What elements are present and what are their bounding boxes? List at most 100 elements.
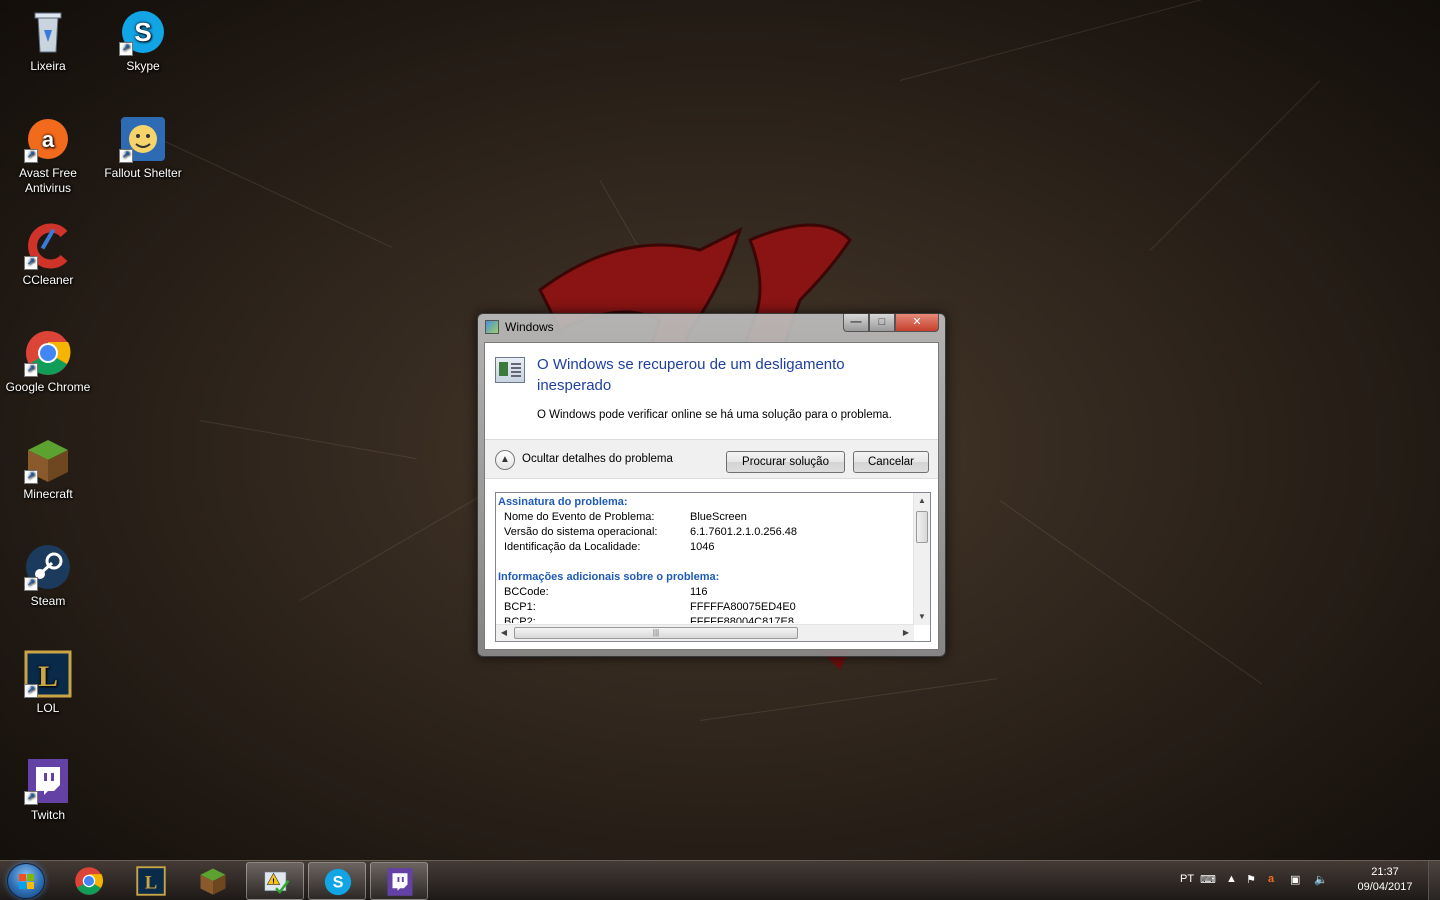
show-hidden-icons-icon[interactable]: ▲: [1226, 873, 1237, 885]
twitch-icon: ↗: [24, 757, 72, 805]
detail-key: BCP2:: [504, 616, 536, 623]
detail-key: Nome do Evento de Problema:: [504, 511, 655, 523]
horizontal-scrollbar[interactable]: ◀ ||| ▶: [496, 624, 914, 641]
detail-row: Versão do sistema operacional: 6.1.7601.…: [498, 525, 912, 540]
windows-error-icon: [485, 320, 499, 334]
collapse-details-icon[interactable]: ▲: [495, 450, 515, 470]
avast-icon: a ↗: [24, 115, 72, 163]
maximize-button[interactable]: □: [869, 314, 895, 332]
skype-icon: S: [324, 868, 352, 896]
minecraft-icon: ↗: [24, 436, 72, 484]
scroll-right-icon[interactable]: ▶: [898, 625, 914, 641]
desktop-icon-label: Avast Free Antivirus: [19, 166, 77, 195]
detail-row: BCP1: FFFFFA80075ED4E0: [498, 600, 912, 615]
volume-icon[interactable]: 🔈: [1314, 873, 1328, 886]
svg-text:L: L: [38, 660, 58, 693]
detail-row: BCP2: FFFFF88004C817E8: [498, 615, 912, 623]
additional-info-section-title: Informações adicionais sobre o problema:: [498, 571, 720, 583]
minimize-button[interactable]: —: [843, 314, 869, 332]
desktop-icon-label: Minecraft: [23, 487, 73, 501]
avast-tray-icon[interactable]: a: [1268, 873, 1274, 885]
desktop-icon-avast[interactable]: a ↗ Avast Free Antivirus: [3, 115, 93, 196]
detail-value: 1046: [690, 541, 715, 553]
ccleaner-icon: ↗: [24, 222, 72, 270]
problem-report-icon: [495, 357, 525, 383]
horizontal-scroll-thumb[interactable]: |||: [514, 627, 798, 639]
hide-details-link[interactable]: Ocultar detalhes do problema: [522, 453, 673, 465]
detail-key: BCCode:: [504, 586, 549, 598]
detail-value: BlueScreen: [690, 511, 747, 523]
detail-value: 6.1.7601.2.1.0.256.48: [690, 526, 798, 538]
desktop-icon-steam[interactable]: ↗ Steam: [3, 543, 93, 609]
show-desktop-button[interactable]: [1428, 861, 1440, 900]
system-tray: PT ⌨ ▲ ⚑ a ▣ 🔈 21:37 09/04/2017: [1170, 861, 1440, 900]
shortcut-arrow-icon: ↗: [24, 577, 38, 591]
fallout-shelter-icon: ↗: [119, 115, 167, 163]
desktop-icon-minecraft[interactable]: ↗ Minecraft: [3, 436, 93, 502]
network-icon[interactable]: ▣: [1290, 873, 1300, 886]
desktop-icon-label: LOL: [36, 701, 60, 715]
desktop-icon-label: CCleaner: [22, 273, 74, 287]
svg-text:a: a: [42, 127, 55, 152]
scroll-left-icon[interactable]: ◀: [496, 625, 512, 641]
cancel-button[interactable]: Cancelar: [853, 451, 929, 473]
twitch-icon: [387, 868, 413, 896]
shortcut-arrow-icon: ↗: [119, 42, 133, 56]
keyboard-icon[interactable]: ⌨: [1200, 873, 1216, 886]
skype-icon: S ↗: [119, 8, 167, 56]
league-of-legends-icon: L: [136, 866, 166, 896]
desktop-icon-label: Steam: [30, 594, 66, 608]
shortcut-arrow-icon: ↗: [24, 470, 38, 484]
check-solution-button[interactable]: Procurar solução: [726, 451, 845, 473]
desktop-icon-skype[interactable]: S ↗ Skype: [98, 8, 188, 74]
vertical-scrollbar[interactable]: ▲ ▼: [913, 493, 930, 625]
svg-text:!: !: [272, 876, 275, 885]
desktop-icon-label: Google Chrome: [5, 380, 91, 394]
scroll-up-icon[interactable]: ▲: [914, 493, 930, 509]
taskbar-item-minecraft[interactable]: [184, 862, 242, 900]
desktop-icon-ccleaner[interactable]: ↗ CCleaner: [3, 222, 93, 288]
start-button[interactable]: [7, 863, 45, 899]
dialog-client-area: O Windows se recuperou de um desligament…: [484, 342, 939, 650]
detail-key: BCP1:: [504, 601, 536, 613]
detail-value: FFFFF88004C817E8: [690, 616, 794, 623]
dialog-heading: O Windows se recuperou de um desligament…: [537, 356, 845, 394]
windows-logo-icon: [19, 874, 34, 889]
problem-details-content: Assinatura do problema: Nome do Evento d…: [498, 495, 912, 623]
detail-row: BCCode: 116: [498, 585, 912, 600]
desktop-icon-lixeira[interactable]: Lixeira: [3, 8, 93, 74]
detail-key: Versão do sistema operacional:: [504, 526, 658, 538]
vertical-scroll-thumb[interactable]: [916, 511, 928, 543]
desktop-icon-fallout-shelter[interactable]: ↗ Fallout Shelter: [98, 115, 188, 181]
taskbar-item-twitch[interactable]: [370, 862, 428, 900]
desktop-icon-label: Lixeira: [30, 59, 66, 73]
dialog-titlebar[interactable]: Windows — □ ✕: [478, 314, 945, 340]
desktop-icon-twitch[interactable]: ↗ Twitch: [3, 757, 93, 823]
taskbar-item-lol[interactable]: L: [122, 862, 180, 900]
minecraft-icon: [200, 868, 226, 895]
shortcut-arrow-icon: ↗: [24, 256, 38, 270]
dialog-action-bar: ▲ Ocultar detalhes do problema Procurar …: [485, 439, 938, 479]
close-button[interactable]: ✕: [895, 314, 939, 332]
desktop-icon-label: Skype: [126, 59, 160, 73]
desktop-icon-lol[interactable]: L ↗ LOL: [3, 650, 93, 716]
shortcut-arrow-icon: ↗: [24, 684, 38, 698]
detail-row: Identificação da Localidade: 1046: [498, 540, 912, 555]
chrome-icon: ↗: [24, 329, 72, 377]
desktop-icon-google-chrome[interactable]: ↗ Google Chrome: [3, 329, 93, 395]
scroll-down-icon[interactable]: ▼: [914, 609, 930, 625]
action-center-flag-icon[interactable]: ⚑: [1246, 873, 1256, 886]
taskbar: L ! S PT ⌨ ▲ ⚑ a ▣ 🔈 21:37 09/04/2017: [0, 860, 1440, 900]
language-indicator[interactable]: PT: [1180, 873, 1194, 885]
taskbar-item-chrome[interactable]: [60, 862, 118, 900]
signature-section-title: Assinatura do problema:: [498, 496, 628, 508]
action-center-icon: !: [264, 871, 290, 894]
taskbar-item-problem-reports[interactable]: !: [246, 862, 304, 900]
problem-details-box[interactable]: Assinatura do problema: Nome do Evento d…: [495, 492, 931, 642]
clock[interactable]: 21:37 09/04/2017: [1350, 865, 1420, 895]
desktop-icon-label: Fallout Shelter: [104, 166, 182, 180]
recycle-bin-icon: [24, 8, 72, 56]
detail-value: FFFFFA80075ED4E0: [690, 601, 796, 613]
detail-key: Identificação da Localidade:: [504, 541, 641, 553]
taskbar-item-skype[interactable]: S: [308, 862, 366, 900]
